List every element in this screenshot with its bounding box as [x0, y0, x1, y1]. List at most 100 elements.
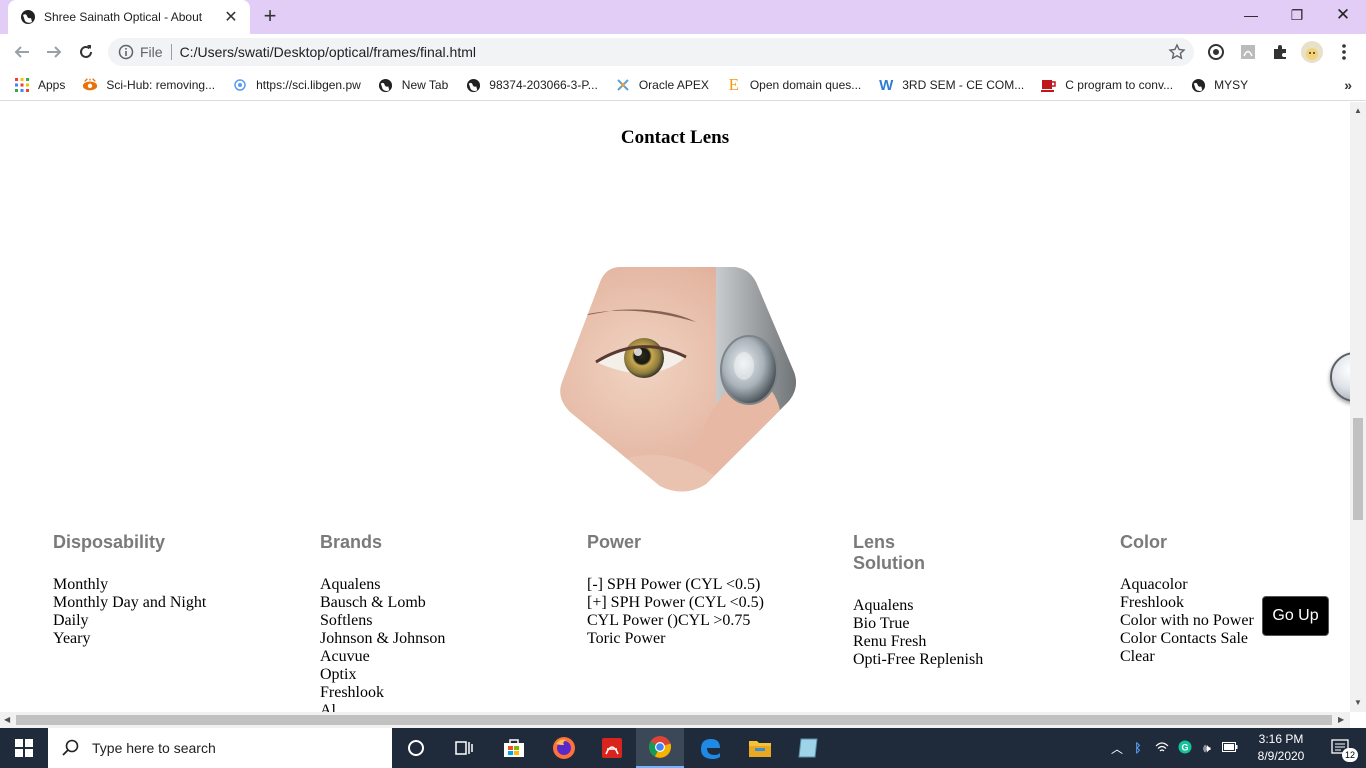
bookmark-label: MYSY — [1214, 78, 1249, 92]
app-icon[interactable] — [784, 728, 832, 768]
forward-icon[interactable] — [42, 40, 66, 64]
info-icon[interactable] — [118, 44, 134, 60]
taskbar-clock[interactable]: 3:16 PM 8/9/2020 — [1250, 731, 1312, 765]
close-window-icon[interactable]: ✕ — [1320, 0, 1366, 30]
apps-grid-icon — [14, 77, 30, 93]
power-link[interactable]: CYL Power ()CYL >0.75 — [587, 612, 767, 630]
bookmark-scihub[interactable]: Sci-Hub: removing... — [82, 77, 215, 93]
menu-kebab-icon[interactable] — [1334, 42, 1354, 62]
go-up-button[interactable]: Go Up — [1262, 596, 1329, 636]
reload-icon[interactable] — [74, 40, 98, 64]
eye-contact-lens-image — [560, 267, 797, 492]
vertical-scroll-thumb[interactable] — [1353, 418, 1363, 520]
bookmark-document[interactable]: 98374-203066-3-P... — [465, 77, 598, 93]
disposability-link[interactable]: Monthly Day and Night — [53, 594, 293, 612]
bluetooth-icon[interactable]: ᛒ — [1126, 741, 1150, 755]
bookmark-new-tab[interactable]: New Tab — [378, 77, 448, 93]
oracle-icon — [615, 77, 631, 93]
acrobat-icon[interactable] — [588, 728, 636, 768]
color-link[interactable]: Clear — [1120, 648, 1270, 666]
microphone-widget-icon[interactable] — [1330, 352, 1350, 402]
horizontal-scrollbar[interactable]: ◀ ▶ — [0, 712, 1350, 728]
bookmark-3rd-sem[interactable]: W 3RD SEM - CE COM... — [878, 77, 1024, 94]
column-heading: Brands — [320, 532, 383, 552]
lens-solution-link[interactable]: Aqualens — [853, 597, 1003, 615]
close-tab-icon[interactable]: ✕ — [222, 7, 240, 27]
store-icon[interactable] — [490, 728, 538, 768]
brand-link[interactable]: Softlens — [320, 612, 560, 630]
browser-toolbar: File C:/Users/swati/Desktop/optical/fram… — [0, 34, 1366, 70]
start-button[interactable] — [0, 728, 48, 768]
horizontal-scroll-thumb[interactable] — [16, 715, 1332, 725]
brand-link[interactable]: Freshlook — [320, 684, 560, 702]
page-title: Contact Lens — [620, 127, 730, 148]
cortana-icon[interactable] — [392, 728, 440, 768]
battery-icon[interactable] — [1218, 741, 1242, 755]
scroll-up-icon[interactable]: ▲ — [1354, 106, 1362, 115]
bookmark-oracle-apex[interactable]: Oracle APEX — [615, 77, 709, 93]
power-link[interactable]: Toric Power — [587, 630, 767, 648]
vertical-scrollbar[interactable]: ▲ ▼ — [1350, 102, 1366, 712]
power-link[interactable]: [+] SPH Power (CYL <0.5) — [587, 594, 767, 612]
edge-icon[interactable] — [686, 728, 734, 768]
scroll-left-icon[interactable]: ◀ — [4, 715, 10, 724]
power-link[interactable]: [-] SPH Power (CYL <0.5) — [587, 576, 767, 594]
address-bar[interactable]: File C:/Users/swati/Desktop/optical/fram… — [108, 38, 1194, 66]
minimize-icon[interactable]: — — [1228, 0, 1274, 30]
wifi-icon[interactable] — [1150, 741, 1174, 756]
brand-link[interactable]: Aqualens — [320, 576, 560, 594]
pdf-extension-icon[interactable] — [1238, 42, 1258, 62]
restore-icon[interactable]: ❐ — [1274, 0, 1320, 30]
more-bookmarks-icon[interactable]: » — [1344, 77, 1352, 93]
column-lens-solution: Lens Solution Aqualens Bio True Renu Fre… — [853, 532, 1003, 669]
new-tab-icon[interactable]: + — [258, 5, 282, 29]
color-link[interactable]: Color with no Power — [1120, 612, 1270, 630]
bookmark-c-program[interactable]: C program to conv... — [1041, 77, 1173, 93]
bookmark-star-icon[interactable] — [1168, 43, 1186, 61]
disposability-link[interactable]: Yeary — [53, 630, 293, 648]
brand-link[interactable]: Al... — [320, 702, 560, 712]
scroll-down-icon[interactable]: ▼ — [1354, 698, 1362, 707]
color-link[interactable]: Color Contacts Sale — [1120, 630, 1270, 648]
profile-avatar[interactable] — [1300, 40, 1324, 64]
sync-extension-icon[interactable] — [1206, 42, 1226, 62]
brand-link[interactable]: Optix — [320, 666, 560, 684]
extensions-puzzle-icon[interactable] — [1270, 42, 1290, 62]
color-link[interactable]: Aquacolor — [1120, 576, 1270, 594]
column-disposability: Disposability Monthly Monthly Day and Ni… — [53, 532, 293, 648]
lens-solution-link[interactable]: Bio True — [853, 615, 1003, 633]
column-color: Color Aquacolor Freshlook Color with no … — [1120, 532, 1270, 666]
browser-tab[interactable]: Shree Sainath Optical - About ✕ — [8, 0, 250, 34]
file-explorer-icon[interactable] — [736, 728, 784, 768]
taskbar-search[interactable]: Type here to search — [48, 728, 392, 768]
bookmark-libgen[interactable]: https://sci.libgen.pw — [232, 77, 361, 93]
brand-link[interactable]: Acuvue — [320, 648, 560, 666]
e-icon: E — [728, 75, 740, 94]
chrome-icon[interactable] — [636, 728, 684, 768]
back-icon[interactable] — [10, 40, 34, 64]
lens-solution-link[interactable]: Opti-Free Replenish — [853, 651, 1003, 669]
volume-icon[interactable]: 🕪 — [1196, 741, 1218, 756]
scroll-right-icon[interactable]: ▶ — [1338, 715, 1344, 724]
color-link[interactable]: Freshlook — [1120, 594, 1270, 612]
notifications-icon[interactable]: 12 — [1318, 728, 1366, 768]
tray-overflow-icon[interactable]: ︿ — [1108, 740, 1126, 757]
disposability-link[interactable]: Daily — [53, 612, 293, 630]
column-power: Power [-] SPH Power (CYL <0.5) [+] SPH P… — [587, 532, 767, 648]
bookmark-mysy[interactable]: MYSY — [1190, 77, 1248, 93]
windows-logo-icon — [15, 739, 33, 757]
bookmark-apps[interactable]: Apps — [14, 77, 65, 93]
firefox-icon[interactable] — [540, 728, 588, 768]
grammarly-icon[interactable]: G — [1174, 740, 1196, 757]
task-view-icon[interactable] — [440, 728, 488, 768]
brand-link[interactable]: Johnson & Johnson — [320, 630, 560, 648]
globe-icon — [1190, 77, 1206, 93]
disposability-link[interactable]: Monthly — [53, 576, 293, 594]
bookmarks-bar: Apps Sci-Hub: removing... https://sci.li… — [0, 70, 1366, 101]
brand-link[interactable]: Bausch & Lomb — [320, 594, 560, 612]
clock-date: 8/9/2020 — [1257, 749, 1305, 763]
address-url[interactable]: C:/Users/swati/Desktop/optical/frames/fi… — [180, 44, 1168, 60]
bookmark-open-domain[interactable]: E Open domain ques... — [726, 75, 862, 94]
lens-solution-link[interactable]: Renu Fresh — [853, 633, 1003, 651]
bookmark-label: Sci-Hub: removing... — [106, 78, 216, 92]
